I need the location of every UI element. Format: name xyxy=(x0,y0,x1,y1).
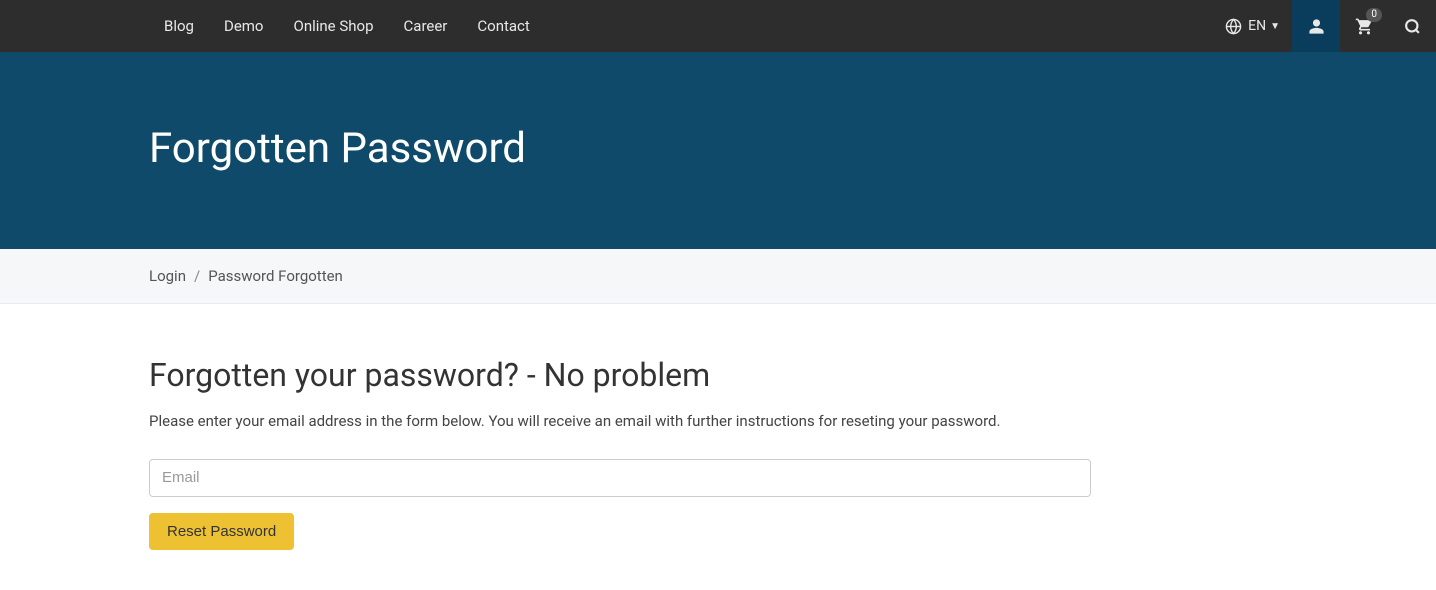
breadcrumb-bar: Login / Password Forgotten xyxy=(0,249,1436,304)
breadcrumb-separator: / xyxy=(194,267,200,285)
breadcrumb-login-link[interactable]: Login xyxy=(149,267,186,285)
cart-button[interactable]: 0 xyxy=(1340,0,1388,52)
nav-link-demo[interactable]: Demo xyxy=(209,0,279,52)
email-field[interactable] xyxy=(149,459,1091,497)
search-icon xyxy=(1404,18,1421,35)
nav-left: Blog Demo Online Shop Career Contact xyxy=(0,0,545,52)
content-title: Forgotten your password? - No problem xyxy=(149,356,1287,394)
cart-count-badge: 0 xyxy=(1366,8,1382,22)
user-icon xyxy=(1308,18,1325,35)
main-content: Forgotten your password? - No problem Pl… xyxy=(0,304,1436,590)
nav-link-career[interactable]: Career xyxy=(389,0,463,52)
breadcrumb-current: Password Forgotten xyxy=(208,267,343,285)
globe-icon xyxy=(1225,18,1242,35)
nav-link-contact[interactable]: Contact xyxy=(462,0,544,52)
chevron-down-icon: ▼ xyxy=(1270,21,1280,32)
content-description: Please enter your email address in the f… xyxy=(149,410,1287,433)
user-account-button[interactable] xyxy=(1292,0,1340,52)
breadcrumb: Login / Password Forgotten xyxy=(149,267,1436,285)
reset-password-button[interactable]: Reset Password xyxy=(149,513,294,550)
nav-link-blog[interactable]: Blog xyxy=(149,0,209,52)
language-label: EN xyxy=(1248,18,1266,34)
hero-section: Forgotten Password xyxy=(0,52,1436,249)
nav-link-online-shop[interactable]: Online Shop xyxy=(279,0,389,52)
top-nav: Blog Demo Online Shop Career Contact EN … xyxy=(0,0,1436,52)
language-selector[interactable]: EN ▼ xyxy=(1213,0,1292,52)
nav-right: EN ▼ 0 xyxy=(1213,0,1436,52)
page-title: Forgotten Password xyxy=(149,124,1436,173)
search-button[interactable] xyxy=(1388,0,1436,52)
